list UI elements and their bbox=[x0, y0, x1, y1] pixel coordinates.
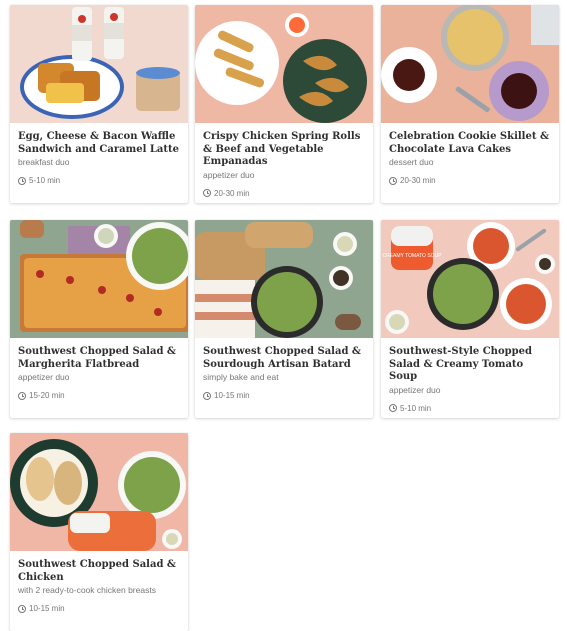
recipe-subtitle: simply bake and eat bbox=[203, 372, 279, 382]
prep-time: 10-15 min bbox=[18, 604, 180, 613]
recipe-photo[interactable] bbox=[195, 220, 373, 338]
prep-time-text: 5-10 min bbox=[400, 403, 432, 413]
recipe-photo[interactable] bbox=[10, 433, 188, 551]
clock-icon bbox=[18, 604, 26, 613]
clock-icon bbox=[18, 391, 26, 400]
recipe-card[interactable]: Southwest Chopped Salad & Chicken with 2… bbox=[10, 433, 188, 631]
recipe-title[interactable]: Celebration Cookie Skillet & Chocolate L… bbox=[389, 131, 551, 156]
recipe-card[interactable]: CREAMY TOMATO SOUP Southwest-Style Chopp… bbox=[381, 220, 559, 418]
clock-icon bbox=[389, 176, 397, 185]
recipe-title[interactable]: Egg, Cheese & Bacon Waffle Sandwich and … bbox=[18, 131, 180, 156]
recipe-subtitle: with 2 ready-to-cook chicken breasts bbox=[18, 585, 156, 595]
prep-time: 10-15 min bbox=[203, 391, 365, 400]
prep-time-text: 20-30 min bbox=[400, 176, 436, 185]
recipe-photo[interactable]: CREAMY TOMATO SOUP bbox=[381, 220, 559, 338]
recipe-card[interactable]: Southwest Chopped Salad & Sourdough Arti… bbox=[195, 220, 373, 418]
clock-icon bbox=[18, 176, 26, 185]
prep-time-text: 5-10 min bbox=[29, 176, 61, 185]
recipe-card[interactable]: Southwest Chopped Salad & Margherita Fla… bbox=[10, 220, 188, 418]
prep-time-text: 20-30 min bbox=[214, 188, 250, 198]
recipe-title[interactable]: Southwest-Style Chopped Salad & Creamy T… bbox=[389, 346, 551, 384]
recipe-subtitle: dessert duo bbox=[389, 157, 434, 167]
recipe-title[interactable]: Southwest Chopped Salad & Sourdough Arti… bbox=[203, 346, 365, 371]
prep-time-text: 10-15 min bbox=[214, 391, 250, 400]
prep-time: 15-20 min bbox=[18, 391, 180, 400]
recipe-title[interactable]: Southwest Chopped Salad & Margherita Fla… bbox=[18, 346, 180, 371]
recipe-title[interactable]: Crispy Chicken Spring Rolls & Beef and V… bbox=[203, 131, 365, 169]
soup-package-label: CREAMY TOMATO SOUP bbox=[383, 253, 443, 259]
recipe-subtitle: breakfast duo bbox=[18, 157, 70, 167]
recipe-photo[interactable] bbox=[195, 5, 373, 123]
recipe-card[interactable]: Egg, Cheese & Bacon Waffle Sandwich and … bbox=[10, 5, 188, 203]
prep-time: 20-30 min bbox=[389, 176, 551, 185]
recipe-subtitle: appetizer duo bbox=[389, 384, 441, 395]
prep-time: 5-10 min bbox=[18, 176, 180, 185]
recipe-photo[interactable] bbox=[10, 5, 188, 123]
prep-time: 5-10 min bbox=[389, 404, 551, 413]
recipe-subtitle: appetizer duo bbox=[18, 372, 70, 382]
recipe-card[interactable]: Celebration Cookie Skillet & Chocolate L… bbox=[381, 5, 559, 203]
recipe-photo[interactable] bbox=[381, 5, 559, 123]
prep-time: 20-30 min bbox=[203, 189, 365, 198]
prep-time-text: 10-15 min bbox=[29, 604, 65, 613]
recipe-photo[interactable] bbox=[10, 220, 188, 338]
recipe-subtitle: appetizer duo bbox=[203, 169, 255, 180]
clock-icon bbox=[203, 189, 211, 197]
prep-time-text: 15-20 min bbox=[29, 391, 65, 400]
recipe-card[interactable]: Crispy Chicken Spring Rolls & Beef and V… bbox=[195, 5, 373, 203]
recipe-title[interactable]: Southwest Chopped Salad & Chicken bbox=[18, 559, 180, 584]
clock-icon bbox=[203, 391, 211, 400]
clock-icon bbox=[389, 404, 397, 412]
